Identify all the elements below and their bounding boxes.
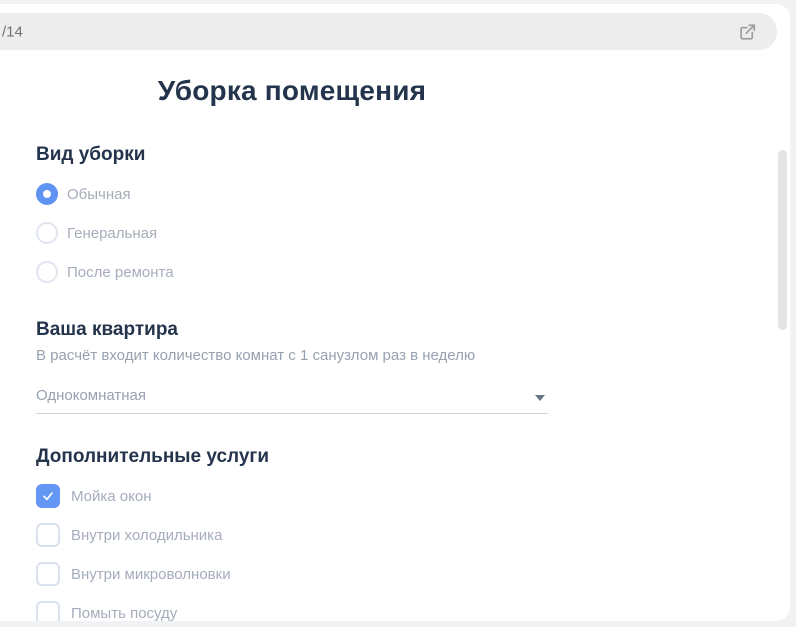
apartment-select-value: Однокомнатная	[36, 387, 147, 404]
radio-option-post-renovation[interactable]: После ремонта	[36, 261, 548, 283]
section-heading-apartment: Ваша квартира	[36, 319, 178, 340]
radio-option-regular[interactable]: Обычная	[36, 183, 548, 205]
external-link-icon[interactable]	[738, 22, 757, 41]
radio-option-label: Обычная	[67, 185, 131, 203]
checkbox-label: Внутри холодильника	[71, 526, 223, 544]
apartment-note: В расчёт входит количество комнат с 1 са…	[36, 347, 476, 364]
section-heading-extra-services: Дополнительные услуги	[36, 446, 270, 467]
url-text: /14	[2, 23, 23, 40]
apartment-select[interactable]: Однокомнатная	[36, 386, 548, 414]
radio-option-label: Генеральная	[67, 224, 158, 242]
section-heading-cleaning-type: Вид уборки	[36, 144, 146, 165]
page-title: Уборка помещения	[157, 75, 427, 106]
extra-services-checkbox-group: Мойка окон Внутри холодильника Внутри ми…	[36, 484, 548, 621]
checkbox-icon	[36, 562, 60, 586]
cleaning-type-radio-group: Обычная Генеральная После ремонта	[36, 183, 548, 283]
checkbox-label: Внутри микроволновки	[71, 565, 231, 583]
radio-icon	[36, 183, 58, 205]
checkbox-window-washing[interactable]: Мойка окон	[36, 484, 548, 508]
radio-option-general[interactable]: Генеральная	[36, 222, 548, 244]
checkbox-dishes[interactable]: Помыть посуду	[36, 601, 548, 621]
checkbox-fridge-interior[interactable]: Внутри холодильника	[36, 523, 548, 547]
cleaning-form: Уборка помещения Вид уборки Обычная Гене…	[36, 4, 548, 621]
checkbox-label: Помыть посуду	[71, 604, 178, 622]
checkbox-icon	[36, 601, 60, 621]
checkbox-icon	[36, 523, 60, 547]
app-panel: /14 Уборка помещения Вид уборки Обычная …	[0, 4, 790, 621]
scrollbar-thumb[interactable]	[778, 150, 787, 330]
radio-icon	[36, 261, 58, 283]
checkbox-microwave-interior[interactable]: Внутри микроволновки	[36, 562, 548, 586]
checkbox-icon	[36, 484, 60, 508]
chevron-down-icon	[535, 395, 545, 401]
radio-icon	[36, 222, 58, 244]
radio-option-label: После ремонта	[67, 263, 174, 281]
checkbox-label: Мойка окон	[71, 487, 152, 505]
